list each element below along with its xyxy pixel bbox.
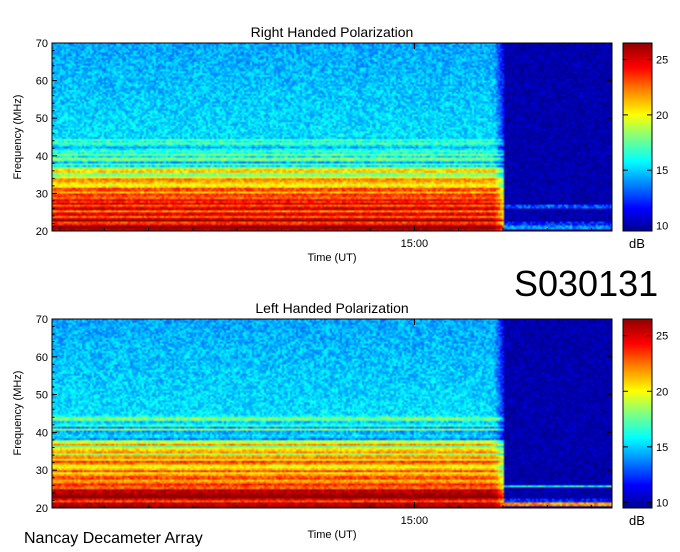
observatory-name: Nancay Decameter Array xyxy=(24,530,203,547)
colorbar-tick-label: 25 xyxy=(656,331,668,343)
panel-title: Left Handed Polarization xyxy=(255,300,408,316)
colorbar-label: dB xyxy=(629,513,645,528)
y-tick-label: 30 xyxy=(36,465,48,477)
colorbar-tick-label: 15 xyxy=(656,165,668,177)
x-axis-label: Time (UT) xyxy=(307,252,356,264)
colorbar-tick-label: 25 xyxy=(656,55,668,67)
colorbar-tick-label: 15 xyxy=(656,442,668,454)
colorbar-label: dB xyxy=(629,236,645,251)
y-tick-label: 50 xyxy=(36,113,48,125)
x-axis-label: Time (UT) xyxy=(307,529,356,541)
y-tick-label: 40 xyxy=(36,151,48,163)
observation-id: S030131 xyxy=(514,263,659,304)
y-tick-label: 20 xyxy=(36,226,48,238)
right-polarization-panel: Right Handed Polarization 20 30 40 50 60 70 1… xyxy=(12,24,668,264)
colorbar xyxy=(622,318,653,509)
y-axis-label: Frequency (MHz) xyxy=(12,95,24,180)
x-tick-label: 15:00 xyxy=(401,238,429,250)
colorbar-tick-label: 10 xyxy=(656,220,668,232)
colorbar-tick-label: 20 xyxy=(656,386,668,398)
y-tick-label: 50 xyxy=(36,390,48,402)
spectrogram xyxy=(52,319,612,508)
y-tick-label: 60 xyxy=(36,352,48,364)
colorbar-tick-label: 10 xyxy=(656,497,668,509)
colorbar xyxy=(622,42,653,232)
y-tick-label: 40 xyxy=(36,427,48,439)
y-tick-label: 20 xyxy=(36,503,48,515)
y-tick-label: 30 xyxy=(36,188,48,200)
y-axis-label: Frequency (MHz) xyxy=(12,371,24,456)
panel-title: Right Handed Polarization xyxy=(251,24,414,40)
y-tick-label: 70 xyxy=(36,314,48,326)
x-tick-label: 15:00 xyxy=(401,515,429,527)
spectrogram xyxy=(52,43,612,231)
left-polarization-panel: Left Handed Polarization 20 30 40 50 60 70 15… xyxy=(12,300,668,541)
colorbar-tick-label: 20 xyxy=(656,110,668,122)
y-tick-label: 60 xyxy=(36,76,48,88)
y-tick-label: 70 xyxy=(36,38,48,50)
